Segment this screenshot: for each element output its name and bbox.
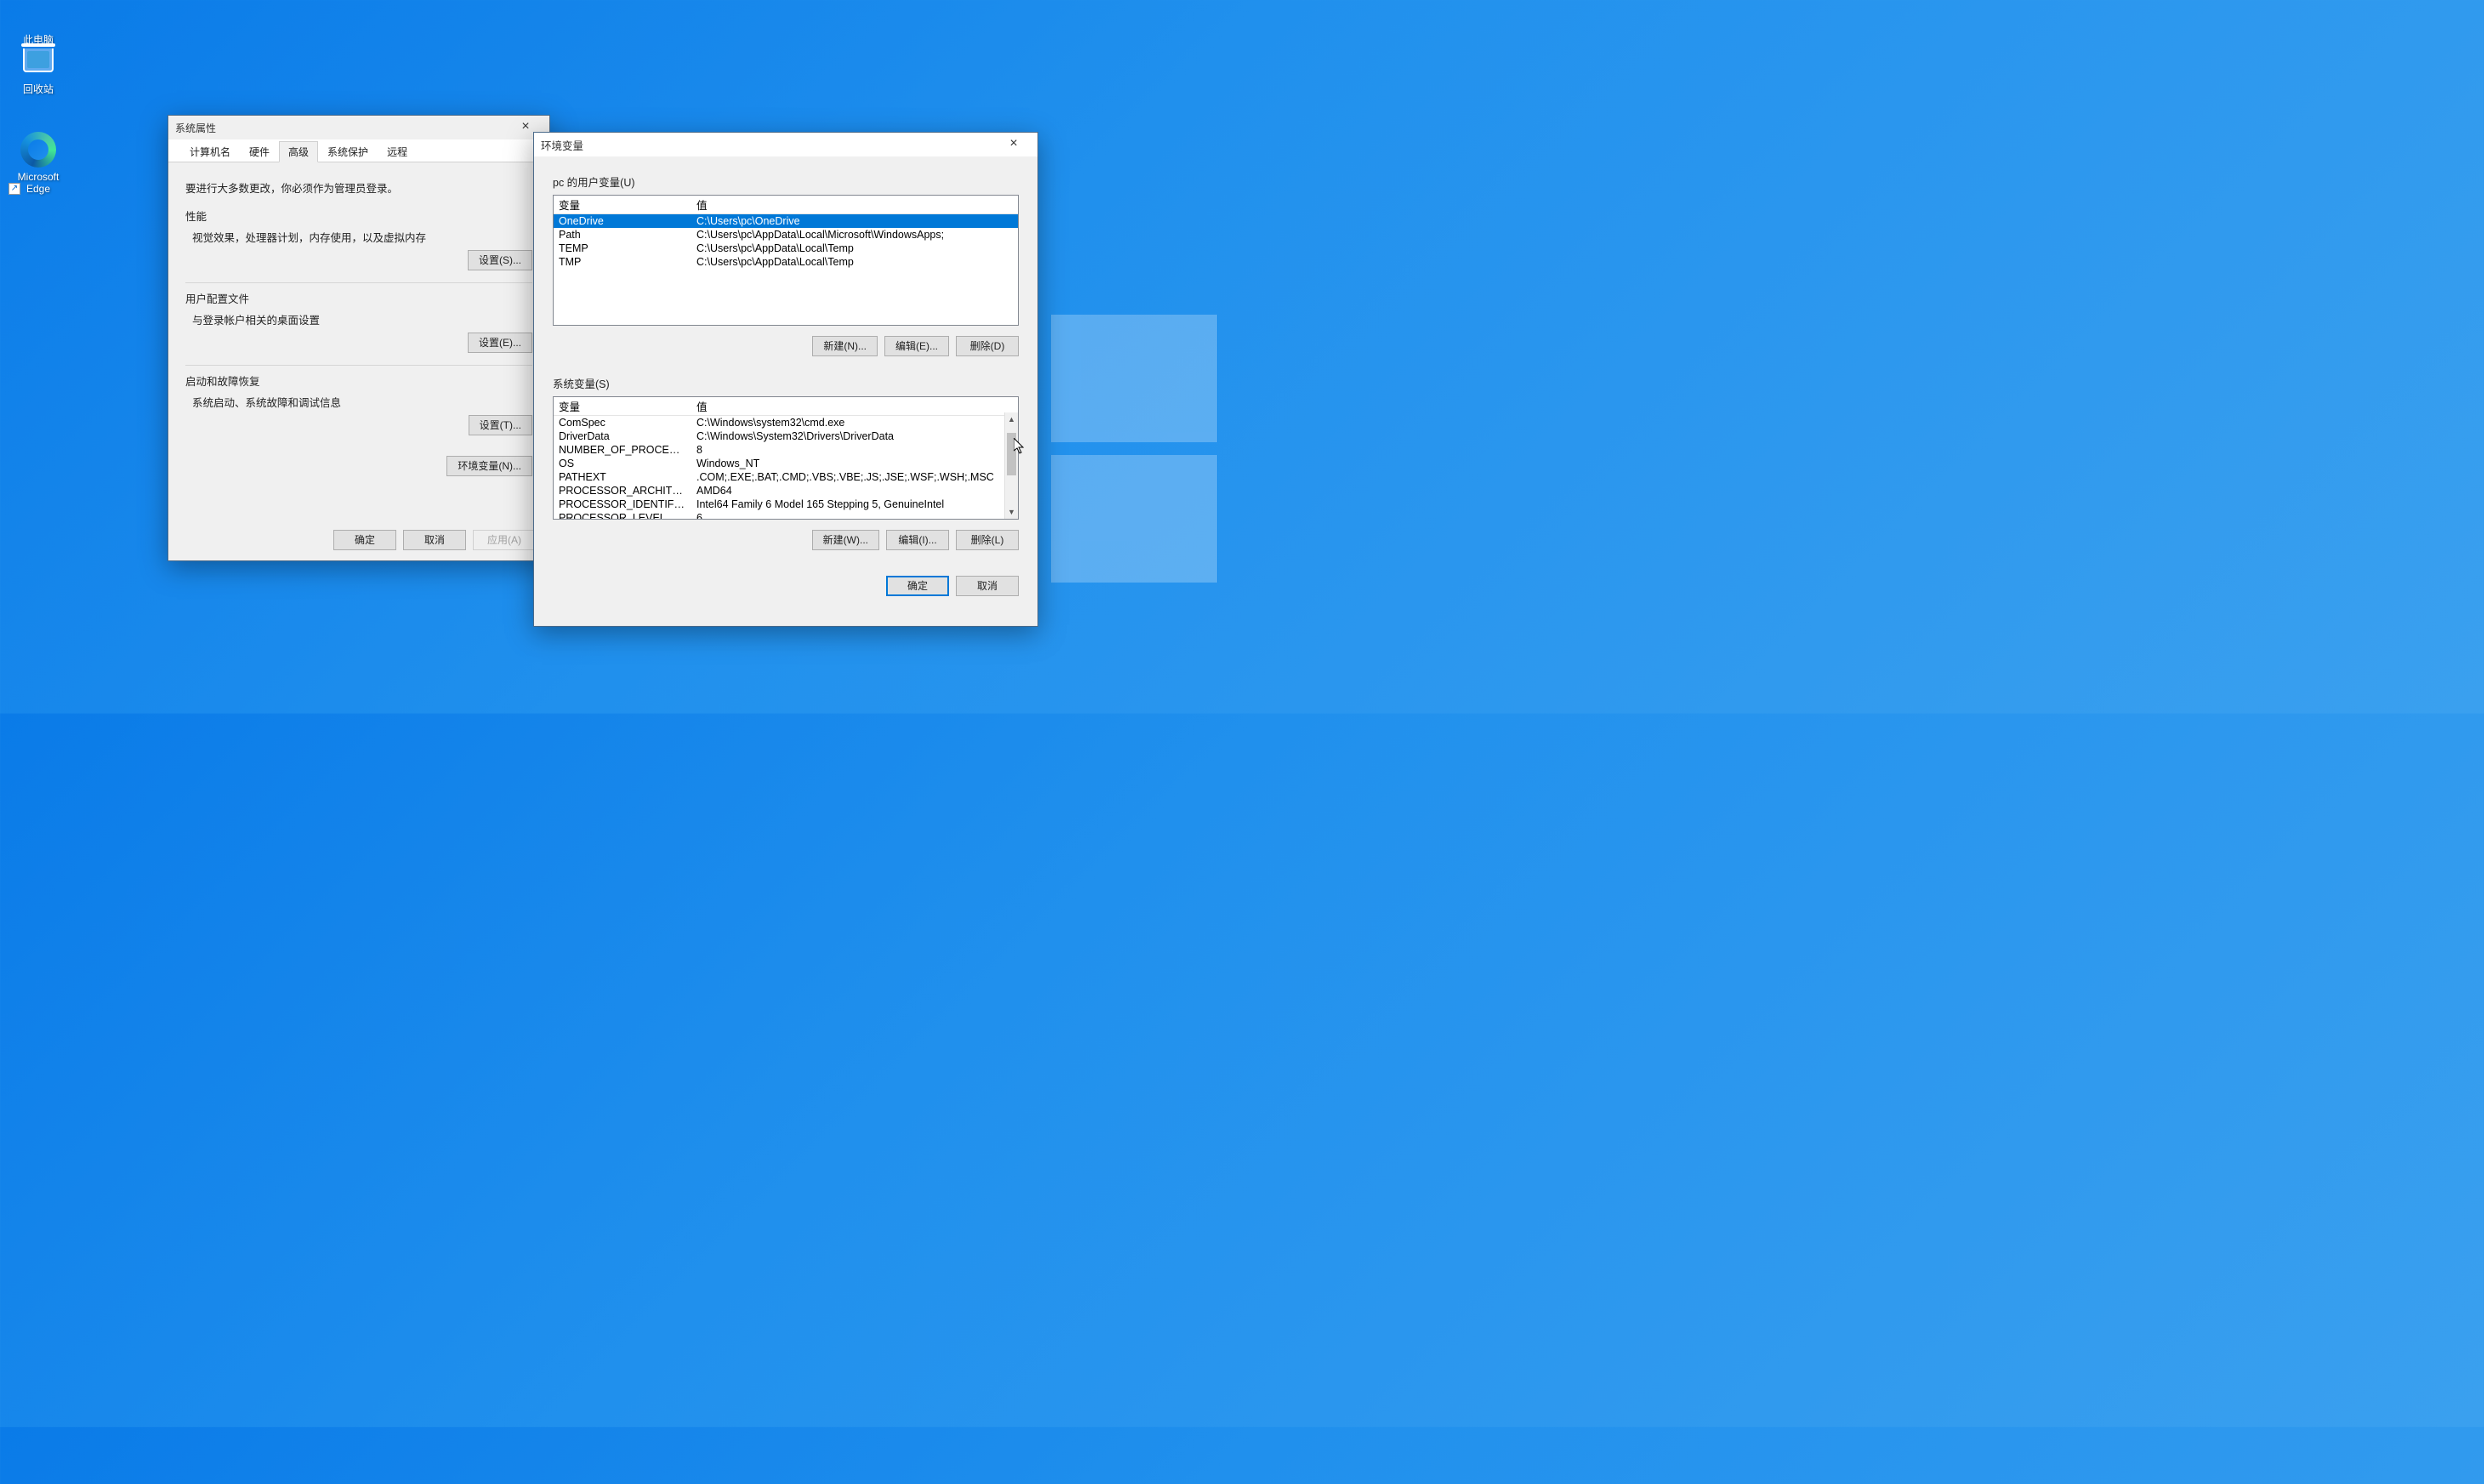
- list-item[interactable]: PATHEXT.COM;.EXE;.BAT;.CMD;.VBS;.VBE;.JS…: [554, 470, 1004, 484]
- cancel-button[interactable]: 取消: [956, 576, 1019, 596]
- var-value: C:\Windows\system32\cmd.exe: [691, 416, 1004, 429]
- tab-strip: 计算机名硬件高级系统保护远程: [168, 139, 549, 162]
- env-variables-button[interactable]: 环境变量(N)...: [446, 456, 532, 476]
- perf-group-desc: 视觉效果，处理器计划，内存使用，以及虚拟内存: [192, 229, 532, 245]
- var-value: 8: [691, 443, 1004, 457]
- var-name: PATHEXT: [554, 470, 691, 484]
- system-properties-window: 系统属性 × 计算机名硬件高级系统保护远程 要进行大多数更改，你必须作为管理员登…: [168, 115, 550, 561]
- var-value: Intel64 Family 6 Model 165 Stepping 5, G…: [691, 498, 1004, 511]
- scrollbar[interactable]: ▲ ▼: [1004, 412, 1018, 519]
- col-value[interactable]: 值: [691, 397, 1018, 415]
- titlebar[interactable]: 系统属性 ×: [168, 116, 549, 139]
- window-title: 环境变量: [541, 137, 997, 153]
- user-new-button[interactable]: 新建(N)...: [812, 336, 878, 356]
- system-variables-list[interactable]: 变量 值 ComSpecC:\Windows\system32\cmd.exeD…: [553, 396, 1019, 520]
- close-button[interactable]: ×: [997, 134, 1031, 155]
- shortcut-arrow-icon: ↗: [9, 183, 20, 195]
- profile-settings-button[interactable]: 设置(E)...: [468, 333, 532, 353]
- col-variable[interactable]: 变量: [554, 196, 691, 213]
- perf-group-title: 性能: [185, 208, 532, 224]
- ok-button[interactable]: 确定: [333, 530, 396, 550]
- list-item[interactable]: PathC:\Users\pc\AppData\Local\Microsoft\…: [554, 228, 1018, 242]
- var-name: PROCESSOR_LEVEL: [554, 511, 691, 519]
- var-value: C:\Users\pc\AppData\Local\Microsoft\Wind…: [691, 228, 1018, 242]
- list-header: 变量 值: [554, 196, 1018, 214]
- cancel-button[interactable]: 取消: [403, 530, 466, 550]
- list-item[interactable]: NUMBER_OF_PROCESSORS8: [554, 443, 1004, 457]
- var-value: C:\Users\pc\AppData\Local\Temp: [691, 242, 1018, 255]
- user-edit-button[interactable]: 编辑(E)...: [884, 336, 949, 356]
- mouse-cursor-icon: [1014, 438, 1026, 455]
- tab-4[interactable]: 远程: [378, 141, 417, 162]
- list-item[interactable]: OSWindows_NT: [554, 457, 1004, 470]
- scroll-up-icon[interactable]: ▲: [1005, 412, 1018, 426]
- admin-note: 要进行大多数更改，你必须作为管理员登录。: [185, 179, 532, 196]
- startup-group-title: 启动和故障恢复: [185, 372, 532, 389]
- var-value: .COM;.EXE;.BAT;.CMD;.VBS;.VBE;.JS;.JSE;.…: [691, 470, 1004, 484]
- separator: [185, 282, 532, 283]
- var-value: C:\Users\pc\AppData\Local\Temp: [691, 255, 1018, 269]
- list-item[interactable]: PROCESSOR_IDENTIFIERIntel64 Family 6 Mod…: [554, 498, 1004, 511]
- list-item[interactable]: PROCESSOR_ARCHITECTU...AMD64: [554, 484, 1004, 498]
- window-title: 系统属性: [175, 121, 509, 135]
- var-value: C:\Users\pc\OneDrive: [691, 214, 1018, 228]
- list-item[interactable]: TEMPC:\Users\pc\AppData\Local\Temp: [554, 242, 1018, 255]
- list-item[interactable]: DriverDataC:\Windows\System32\Drivers\Dr…: [554, 429, 1004, 443]
- sys-delete-button[interactable]: 删除(L): [956, 530, 1019, 550]
- list-item[interactable]: PROCESSOR_LEVEL6: [554, 511, 1004, 519]
- recycle-bin-icon: [20, 43, 56, 78]
- startup-group-desc: 系统启动、系统故障和调试信息: [192, 394, 532, 410]
- separator: [185, 365, 532, 366]
- sys-edit-button[interactable]: 编辑(I)...: [886, 530, 949, 550]
- perf-settings-button[interactable]: 设置(S)...: [468, 250, 532, 270]
- sys-vars-label: 系统变量(S): [553, 375, 1019, 391]
- list-item[interactable]: TMPC:\Users\pc\AppData\Local\Temp: [554, 255, 1018, 269]
- tab-2[interactable]: 高级: [279, 141, 318, 162]
- user-variables-list[interactable]: 变量 值 OneDriveC:\Users\pc\OneDrivePathC:\…: [553, 195, 1019, 326]
- var-name: NUMBER_OF_PROCESSORS: [554, 443, 691, 457]
- list-header: 变量 值: [554, 397, 1018, 416]
- var-name: DriverData: [554, 429, 691, 443]
- col-value[interactable]: 值: [691, 196, 1018, 213]
- ok-button[interactable]: 确定: [886, 576, 949, 596]
- startup-settings-button[interactable]: 设置(T)...: [469, 415, 532, 435]
- tab-0[interactable]: 计算机名: [180, 141, 240, 162]
- var-value: AMD64: [691, 484, 1004, 498]
- var-name: TMP: [554, 255, 691, 269]
- tab-1[interactable]: 硬件: [240, 141, 279, 162]
- scroll-down-icon[interactable]: ▼: [1005, 505, 1018, 519]
- sys-new-button[interactable]: 新建(W)...: [812, 530, 879, 550]
- var-value: Windows_NT: [691, 457, 1004, 470]
- col-variable[interactable]: 变量: [554, 397, 691, 415]
- pc-icon: [20, 0, 56, 29]
- list-item[interactable]: ComSpecC:\Windows\system32\cmd.exe: [554, 416, 1004, 429]
- desktop-icon-edge[interactable]: ↗ Microsoft Edge: [9, 132, 68, 195]
- var-name: Path: [554, 228, 691, 242]
- environment-variables-window: 环境变量 × pc 的用户变量(U) 变量 值 OneDriveC:\Users…: [533, 132, 1038, 627]
- user-vars-label: pc 的用户变量(U): [553, 173, 1019, 190]
- var-name: TEMP: [554, 242, 691, 255]
- apply-button[interactable]: 应用(A): [473, 530, 536, 550]
- profile-group-title: 用户配置文件: [185, 290, 532, 306]
- var-value: C:\Windows\System32\Drivers\DriverData: [691, 429, 1004, 443]
- list-item[interactable]: OneDriveC:\Users\pc\OneDrive: [554, 214, 1018, 228]
- var-name: ComSpec: [554, 416, 691, 429]
- var-name: PROCESSOR_ARCHITECTU...: [554, 484, 691, 498]
- user-delete-button[interactable]: 删除(D): [956, 336, 1019, 356]
- tab-panel-advanced: 要进行大多数更改，你必须作为管理员登录。 性能 视觉效果，处理器计划，内存使用，…: [168, 162, 549, 536]
- edge-icon: ↗: [20, 132, 56, 168]
- var-value: 6: [691, 511, 1004, 519]
- var-name: OS: [554, 457, 691, 470]
- desktop-icon-this-pc[interactable]: 此电脑: [9, 0, 68, 47]
- tab-3[interactable]: 系统保护: [318, 141, 378, 162]
- var-name: PROCESSOR_IDENTIFIER: [554, 498, 691, 511]
- desktop-icon-recycle-bin[interactable]: 回收站: [9, 43, 68, 96]
- profile-group-desc: 与登录帐户相关的桌面设置: [192, 311, 532, 327]
- var-name: OneDrive: [554, 214, 691, 228]
- desktop-icon-label: 回收站: [9, 82, 68, 96]
- titlebar[interactable]: 环境变量 ×: [534, 133, 1037, 156]
